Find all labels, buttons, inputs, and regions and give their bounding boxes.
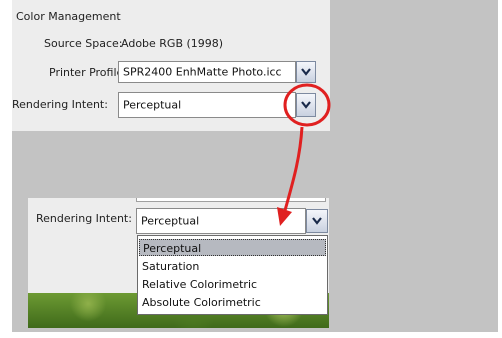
option-perceptual[interactable]: Perceptual — [139, 239, 326, 256]
expanded-rendering-intent-select[interactable]: Perceptual — [136, 208, 306, 234]
expanded-rendering-intent-value: Perceptual — [141, 214, 200, 228]
chevron-down-icon — [301, 101, 311, 109]
chevron-down-icon — [301, 68, 311, 76]
printer-profile-dropdown-button[interactable] — [296, 61, 316, 83]
printer-profile-select[interactable]: SPR2400 EnhMatte Photo.icc — [118, 61, 296, 83]
printer-profile-label: Printer Profile: — [49, 66, 127, 79]
option-saturation[interactable]: Saturation — [139, 258, 326, 275]
previous-field-edge — [136, 198, 326, 202]
rendering-intent-dropdown-button[interactable] — [296, 93, 316, 117]
source-space-label: Source Space: — [44, 37, 123, 50]
rendering-intent-options-list: Perceptual Saturation Relative Colorimet… — [137, 235, 328, 315]
screenshot-canvas: Color Management Source Space: Adobe RGB… — [0, 0, 502, 338]
section-title: Color Management — [16, 10, 121, 23]
rendering-intent-value: Perceptual — [123, 98, 182, 112]
option-absolute-colorimetric[interactable]: Absolute Colorimetric — [139, 294, 326, 311]
expanded-dropdown-button[interactable] — [306, 209, 328, 233]
option-relative-colorimetric[interactable]: Relative Colorimetric — [139, 276, 326, 293]
chevron-down-icon — [312, 217, 322, 225]
expanded-rendering-intent-label: Rendering Intent: — [36, 212, 132, 225]
rendering-intent-label: Rendering Intent: — [12, 98, 108, 111]
rendering-intent-select[interactable]: Perceptual — [118, 92, 296, 118]
color-management-panel: Color Management Source Space: Adobe RGB… — [12, 0, 330, 131]
printer-profile-value: SPR2400 EnhMatte Photo.icc — [123, 65, 282, 79]
source-space-value: Adobe RGB (1998) — [121, 37, 224, 50]
